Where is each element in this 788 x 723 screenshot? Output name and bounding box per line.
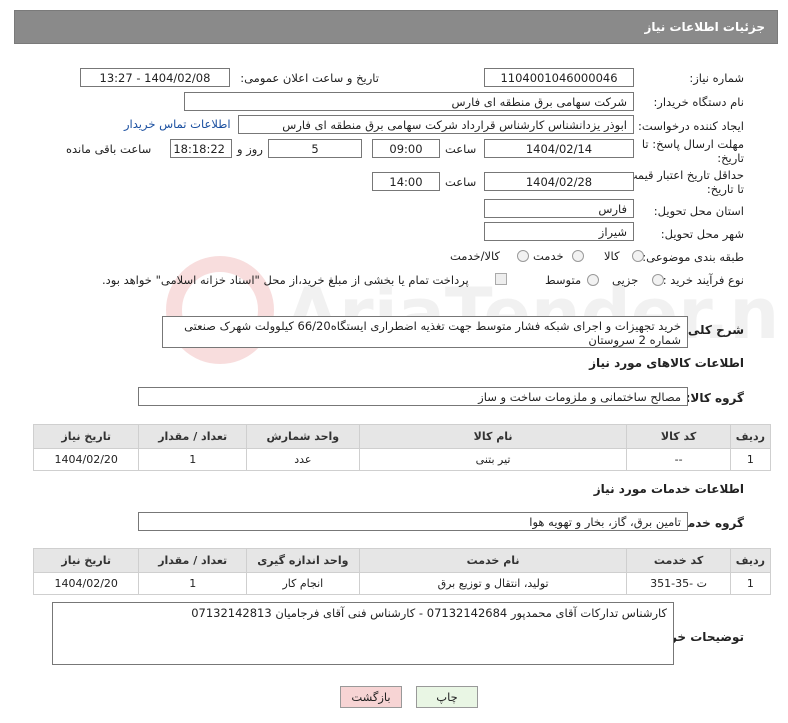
goods-col-code: کد کالا: [626, 424, 731, 449]
description-field[interactable]: خرید تجهیزات و اجرای شبکه فشار متوسط جهت…: [162, 316, 688, 348]
process-radio-medium[interactable]: [587, 274, 599, 286]
province-field[interactable]: فارس: [484, 199, 634, 218]
goods-cell-unit: عدد: [245, 448, 360, 471]
reply-date-field[interactable]: 1404/02/14: [484, 139, 634, 158]
treasury-payment-checkbox[interactable]: [495, 273, 507, 285]
goods-group-label: گروه کالا:: [685, 391, 744, 405]
print-button[interactable]: چاپ: [416, 686, 478, 708]
need-number-field[interactable]: 1104001046000046: [484, 68, 634, 87]
category-option-goods-service: کالا/خدمت: [450, 249, 501, 263]
header-panel: جزئیات اطلاعات نیاز: [14, 10, 778, 44]
creator-label: ایجاد کننده درخواست:: [638, 119, 744, 133]
goods-cell-row: 1: [729, 448, 772, 471]
services-col-code: کد خدمت: [626, 548, 731, 573]
back-button[interactable]: بازگشت: [340, 686, 402, 708]
goods-cell-date: 1404/02/20: [32, 448, 140, 471]
goods-cell-qty: 1: [138, 448, 247, 471]
validity-time-label: ساعت: [445, 175, 477, 189]
services-section-title: اطلاعات خدمات مورد نیاز: [593, 482, 744, 496]
goods-section-title: اطلاعات کالاهای مورد نیاز: [589, 356, 744, 370]
services-table-header: ردیف کد خدمت نام خدمت واحد اندازه گیری ت…: [32, 548, 772, 573]
validity-label: حداقل تاریخ اعتبار قیمت: تا تاریخ:: [622, 168, 744, 196]
goods-group-field[interactable]: مصالح ساختمانی و ملزومات ساخت و ساز: [138, 387, 688, 406]
services-group-field[interactable]: تامین برق، گاز، بخار و تهویه هوا: [138, 512, 688, 531]
services-col-row: ردیف: [729, 548, 772, 573]
services-cell-code: ت -35-351: [626, 572, 731, 595]
reply-time-field[interactable]: 09:00: [372, 139, 440, 158]
buyer-org-label: نام دستگاه خریدار:: [653, 95, 744, 109]
category-option-service: خدمت: [533, 249, 564, 263]
services-col-unit: واحد اندازه گیری: [245, 548, 360, 573]
validity-date-field[interactable]: 1404/02/28: [484, 172, 634, 191]
days-label: روز و: [237, 142, 263, 156]
buyer-contact-link[interactable]: اطلاعات تماس خریدار: [124, 117, 231, 131]
reply-deadline-label: مهلت ارسال پاسخ: تا تاریخ:: [641, 137, 744, 165]
process-option-medium: متوسط: [545, 273, 582, 287]
goods-col-name: نام کالا: [358, 424, 628, 449]
goods-table: ردیف کد کالا نام کالا واحد شمارش تعداد /…: [32, 424, 772, 471]
services-col-qty: تعداد / مقدار: [138, 548, 247, 573]
category-radio-goods[interactable]: [632, 250, 644, 262]
province-label: استان محل تحویل:: [653, 204, 744, 218]
days-field[interactable]: 5: [268, 139, 362, 158]
goods-cell-code: --: [626, 448, 731, 471]
process-label: نوع فرآیند خرید :: [662, 273, 744, 287]
goods-col-row: ردیف: [729, 424, 772, 449]
table-row[interactable]: 1 -- تیر بتنی عدد 1 1404/02/20: [32, 448, 772, 471]
category-option-goods: کالا: [604, 249, 620, 263]
services-cell-unit: انجام کار: [245, 572, 360, 595]
category-label: طبقه بندی موضوعی:: [642, 250, 744, 264]
process-radio-minor[interactable]: [652, 274, 664, 286]
services-cell-qty: 1: [138, 572, 247, 595]
category-radio-service[interactable]: [572, 250, 584, 262]
city-label: شهر محل تحویل:: [660, 227, 744, 241]
payment-note: پرداخت تمام یا بخشی از مبلغ خرید،از محل …: [102, 273, 469, 287]
remaining-time-field[interactable]: 18:18:22: [170, 139, 232, 158]
creator-field[interactable]: ابوذر یزدانشناس کارشناس قرارداد شرکت سها…: [238, 115, 634, 134]
services-cell-date: 1404/02/20: [32, 572, 140, 595]
buyer-org-field[interactable]: شرکت سهامی برق منطقه ای فارس: [184, 92, 634, 111]
goods-col-qty: تعداد / مقدار: [138, 424, 247, 449]
reply-time-label: ساعت: [445, 142, 477, 156]
services-col-name: نام خدمت: [358, 548, 628, 573]
process-option-minor: جزیی: [612, 273, 639, 287]
table-row[interactable]: 1 ت -35-351 تولید، انتقال و توزیع برق ان…: [32, 572, 772, 595]
watermark-logo: AriaTender.neT: [166, 256, 780, 364]
goods-col-date: تاریخ نیاز: [32, 424, 140, 449]
goods-cell-name: تیر بتنی: [358, 448, 628, 471]
goods-table-header: ردیف کد کالا نام کالا واحد شمارش تعداد /…: [32, 424, 772, 449]
announce-field[interactable]: 1404/02/08 - 13:27: [80, 68, 230, 87]
buyer-notes-field[interactable]: کارشناس تدارکات آقای محمدپور 07132142684…: [52, 602, 674, 665]
announce-label: تاریخ و ساعت اعلان عمومی:: [240, 71, 379, 85]
goods-col-unit: واحد شمارش: [245, 424, 360, 449]
category-radio-goods-service[interactable]: [517, 250, 529, 262]
remaining-label: ساعت باقی مانده: [66, 142, 152, 156]
city-field[interactable]: شیراز: [484, 222, 634, 241]
services-col-date: تاریخ نیاز: [32, 548, 140, 573]
services-cell-row: 1: [729, 572, 772, 595]
services-cell-name: تولید، انتقال و توزیع برق: [358, 572, 628, 595]
need-number-label: شماره نیاز:: [689, 71, 744, 85]
validity-time-field[interactable]: 14:00: [372, 172, 440, 191]
services-table: ردیف کد خدمت نام خدمت واحد اندازه گیری ت…: [32, 548, 772, 595]
page-title: جزئیات اطلاعات نیاز: [644, 20, 765, 34]
